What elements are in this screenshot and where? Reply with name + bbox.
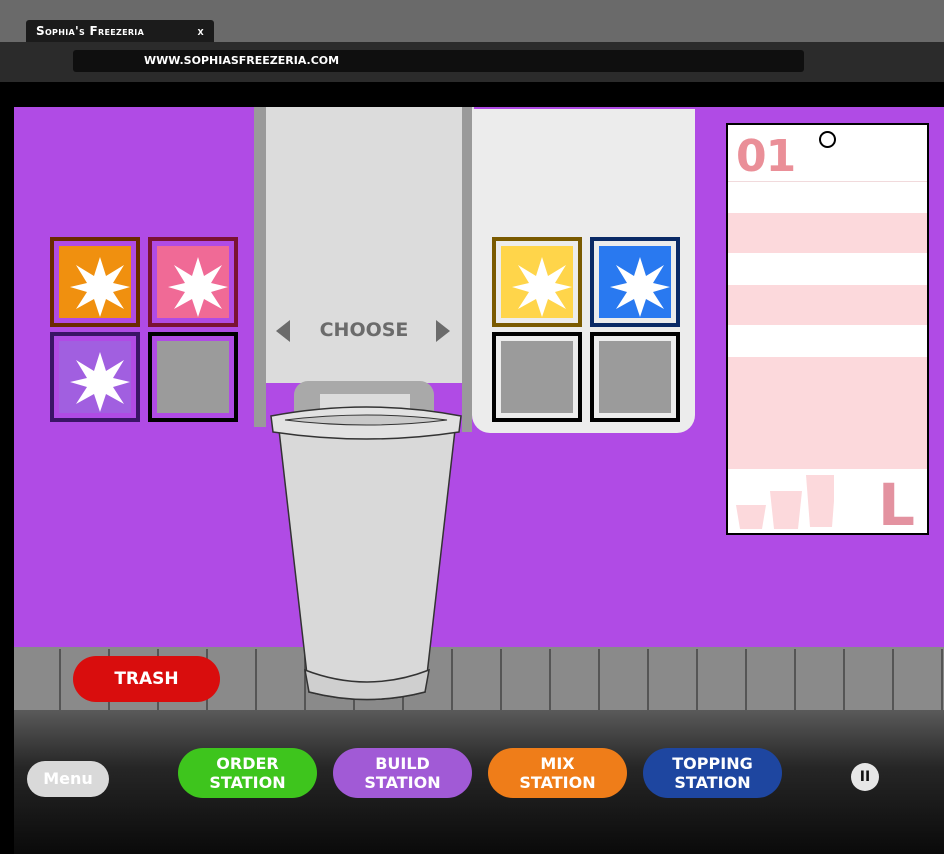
counter-tile [700,649,747,710]
trash-button[interactable]: TRASH [73,656,220,702]
game-canvas: CHOOSE 01 L TRASH Menu ORDER STATION BUI… [14,107,944,854]
address-bar[interactable]: WWW.SOPHIASFREEZERIA.COM [73,50,804,72]
burst-icon [70,257,130,317]
pink-flavor-button[interactable] [148,237,238,327]
choose-right-arrow-icon[interactable] [436,320,450,342]
flavor-swatch [599,246,671,318]
tab-title: Sophia's Freezeria [36,24,145,38]
machine-pole-left [254,107,266,427]
empty-flavor-slot [492,332,582,422]
station-label-line1: TOPPING [672,754,753,773]
counter-tile [504,649,551,710]
counter-tile [798,649,845,710]
counter-ledge [14,710,944,854]
ticket-divider [728,181,927,182]
burst-icon [512,257,572,317]
burst-icon [610,257,670,317]
empty-flavor-slot [148,332,238,422]
station-label-line2: STATION [209,773,286,792]
station-label-line1: BUILD [375,754,430,773]
station-label-line1: ORDER [216,754,279,773]
flavor-swatch [59,246,131,318]
station-label-line2: STATION [519,773,596,792]
flavor-swatch [501,246,573,318]
mix-station-button[interactable]: MIX STATION [488,748,627,798]
machine-pole-right [462,107,472,432]
top-strip [14,82,944,107]
orange-flavor-button[interactable] [50,237,140,327]
flavor-swatch [157,341,229,413]
counter-tile [651,649,698,710]
purple-flavor-button[interactable] [50,332,140,422]
cup[interactable] [269,402,465,708]
counter-tile [602,649,649,710]
burst-icon [168,257,228,317]
counter-tile [553,649,600,710]
station-label-line1: MIX [540,754,575,773]
pause-button[interactable]: II [851,763,879,791]
flavor-swatch [501,341,573,413]
empty-flavor-slot [590,332,680,422]
burst-icon [70,352,130,412]
blue-flavor-button[interactable] [590,237,680,327]
counter-tile [847,649,894,710]
ticket-number: 01 [736,131,796,182]
station-label-line2: STATION [674,773,751,792]
station-label-line2: STATION [364,773,441,792]
browser-tab[interactable]: Sophia's Freezeria x [26,20,214,42]
ticket-hole-icon [819,131,836,148]
ticket-row [728,213,927,253]
counter-tile [14,649,61,710]
topping-station-button[interactable]: TOPPING STATION [643,748,782,798]
ticket-row [728,357,927,469]
cup-size-icons [736,475,834,529]
counter-tile [896,649,943,710]
ticket-row [728,285,927,325]
order-station-button[interactable]: ORDER STATION [178,748,317,798]
counter-tile [749,649,796,710]
tab-close-button[interactable]: x [198,20,204,42]
menu-button[interactable]: Menu [27,761,109,797]
order-ticket[interactable]: 01 L [726,123,929,539]
build-station-button[interactable]: BUILD STATION [333,748,472,798]
cup-size-letter: L [878,471,915,539]
flavor-swatch [157,246,229,318]
flavor-swatch [599,341,671,413]
yellow-flavor-button[interactable] [492,237,582,327]
choose-label: CHOOSE [319,319,409,341]
flavor-swatch [59,341,131,413]
